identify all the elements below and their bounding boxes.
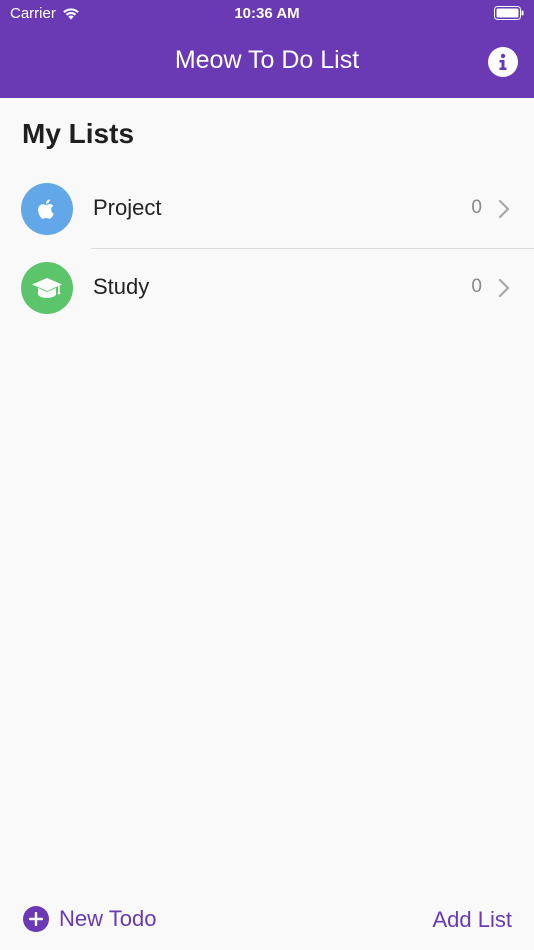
graduation-cap-icon [32,278,62,298]
status-time: 10:36 AM [234,5,300,22]
battery-icon [494,6,524,20]
info-button[interactable] [488,47,518,77]
list-item-study[interactable]: Study 0 [0,248,534,328]
list-item-label: Project [93,195,162,220]
list-avatar [21,262,73,314]
new-todo-label: New Todo [59,906,157,931]
chevron-right-icon [498,278,510,298]
info-icon [499,53,507,70]
plus-circle-icon [23,906,49,932]
list-item-label: Study [93,274,150,299]
apple-icon [38,199,54,219]
add-list-button[interactable]: Add List [433,907,513,933]
page-title: Meow To Do List [174,46,360,74]
list-avatar [21,183,73,235]
new-todo-button[interactable]: New Todo [23,906,156,932]
list-item-count: 0 [471,276,482,297]
section-title: My Lists [22,118,135,149]
nav-header: Carrier 10:36 AM Meow To Do List [0,0,534,98]
status-bar: Carrier 10:36 AM [0,0,534,28]
bottom-toolbar: New Todo Add List [0,900,534,940]
chevron-right-icon [498,199,510,219]
list-item-count: 0 [471,197,482,218]
list-item-project[interactable]: Project 0 [0,169,534,249]
